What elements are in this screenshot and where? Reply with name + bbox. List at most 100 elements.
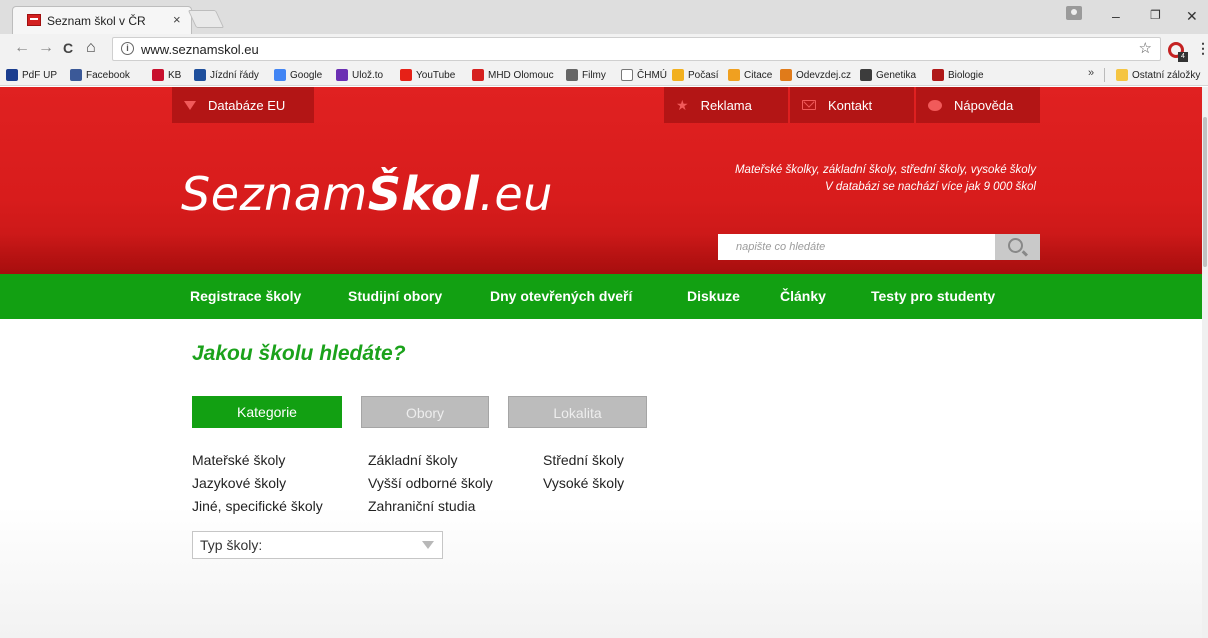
home-icon[interactable]: ⌂ bbox=[86, 39, 96, 57]
site-logo[interactable]: SeznamŠkol.eu bbox=[181, 167, 553, 221]
logo-part: Seznam bbox=[181, 167, 368, 221]
tab-label: Databáze EU bbox=[208, 97, 286, 113]
tab-kontakt[interactable]: Kontakt bbox=[790, 87, 914, 123]
filter-tab-lokalita[interactable]: Lokalita bbox=[508, 396, 647, 428]
profile-icon[interactable] bbox=[1066, 6, 1082, 20]
search-input[interactable] bbox=[718, 234, 995, 260]
tab-close-icon[interactable]: × bbox=[173, 12, 181, 27]
minimize-icon[interactable]: – bbox=[1112, 8, 1120, 24]
tab-reklama[interactable]: ★ Reklama bbox=[664, 87, 788, 123]
nav-diskuze[interactable]: Diskuze bbox=[687, 274, 740, 319]
select-value: Typ školy: bbox=[200, 537, 263, 553]
category-link[interactable]: Vysoké školy bbox=[543, 475, 624, 491]
web-page: Databáze EU ★ Reklama Kontakt Nápověda S… bbox=[0, 87, 1208, 638]
close-window-icon[interactable]: ✕ bbox=[1186, 8, 1198, 25]
category-link[interactable]: Základní školy bbox=[368, 452, 457, 468]
filter-tab-kategorie[interactable]: Kategorie bbox=[192, 396, 342, 428]
browser-tab[interactable]: Seznam škol v ČR × bbox=[12, 6, 192, 34]
bookmark-item[interactable]: Facebook bbox=[70, 68, 130, 82]
mail-icon bbox=[802, 100, 816, 110]
nav-clanky[interactable]: Články bbox=[780, 274, 826, 319]
site-favicon-icon bbox=[27, 14, 41, 26]
page-icon bbox=[621, 69, 633, 81]
scrollbar-thumb[interactable] bbox=[1203, 117, 1207, 267]
bookmark-label: Citace bbox=[744, 69, 773, 81]
mhd-icon bbox=[472, 69, 484, 81]
facebook-icon bbox=[70, 69, 82, 81]
tab-label: Kontakt bbox=[828, 97, 873, 113]
category-link[interactable]: Jiné, specifické školy bbox=[192, 498, 323, 514]
odevzdej-icon bbox=[780, 69, 792, 81]
bookmark-item[interactable]: MHD Olomouc bbox=[472, 68, 554, 82]
youtube-icon bbox=[400, 69, 412, 81]
address-bar[interactable]: i www.seznamskol.eu ☆ bbox=[112, 37, 1161, 61]
site-tagline: Mateřské školky, základní školy, střední… bbox=[735, 162, 1036, 196]
bookmark-item[interactable]: KB bbox=[152, 68, 181, 82]
bookmark-label: KB bbox=[168, 69, 182, 81]
bookmark-item[interactable]: Google bbox=[274, 68, 322, 82]
category-link[interactable]: Mateřské školy bbox=[192, 452, 285, 468]
kb-icon bbox=[152, 69, 164, 81]
bookmark-label: Filmy bbox=[582, 69, 606, 81]
bookmark-item[interactable]: Ulož.to bbox=[336, 68, 383, 82]
bookmark-item[interactable]: Filmy bbox=[566, 68, 606, 82]
reload-icon[interactable]: C bbox=[63, 40, 73, 56]
search-button[interactable] bbox=[995, 234, 1040, 260]
bookmark-item[interactable]: Citace bbox=[728, 68, 772, 82]
bookmark-item[interactable]: PdF UP bbox=[6, 68, 57, 82]
tagline-line: V databázi se nachází více jak 9 000 ško… bbox=[825, 181, 1036, 193]
url-text[interactable]: www.seznamskol.eu bbox=[141, 42, 259, 57]
restore-icon[interactable]: ❐ bbox=[1150, 8, 1161, 22]
category-link[interactable]: Střední školy bbox=[543, 452, 624, 468]
more-bookmarks-icon[interactable]: » bbox=[1088, 67, 1094, 79]
weather-icon bbox=[672, 69, 684, 81]
browser-tabstrip: Seznam škol v ČR × – ❐ ✕ bbox=[0, 0, 1208, 34]
bookmark-item[interactable]: Odevzdej.cz bbox=[780, 68, 851, 82]
bookmark-label: Genetika bbox=[876, 69, 917, 81]
page-scrollbar[interactable] bbox=[1202, 87, 1208, 638]
bookmark-label: Biologie bbox=[948, 69, 984, 81]
bookmark-label: YouTube bbox=[416, 69, 456, 81]
film-icon bbox=[566, 69, 578, 81]
tab-databaze-eu[interactable]: Databáze EU bbox=[172, 87, 314, 123]
bookmarks-bar: PdF UP Facebook KB Jízdní řády Google Ulož.to… bbox=[0, 64, 1208, 86]
category-link[interactable]: Zahraniční studia bbox=[368, 498, 475, 514]
timetable-icon bbox=[194, 69, 206, 81]
citation-icon bbox=[728, 69, 740, 81]
bookmark-label: PdF UP bbox=[22, 69, 58, 81]
bookmark-item[interactable]: YouTube bbox=[400, 68, 455, 82]
bookmark-label: Ulož.to bbox=[352, 69, 384, 81]
ulozto-icon bbox=[336, 69, 348, 81]
category-link[interactable]: Jazykové školy bbox=[192, 475, 286, 491]
search-icon bbox=[1008, 238, 1023, 253]
browser-menu-icon[interactable]: ⋮ bbox=[1196, 40, 1208, 57]
tab-title: Seznam škol v ČR bbox=[47, 14, 146, 28]
bookmark-label: Ostatní záložky bbox=[1132, 69, 1201, 81]
back-icon[interactable]: ← bbox=[14, 39, 30, 57]
school-type-select[interactable]: Typ školy: bbox=[192, 531, 443, 559]
bookmark-other[interactable]: Ostatní záložky bbox=[1116, 68, 1200, 82]
nav-testy-pro-studenty[interactable]: Testy pro studenty bbox=[871, 274, 995, 319]
bookmark-label: Google bbox=[290, 69, 323, 81]
bookmark-item[interactable]: Biologie bbox=[932, 68, 984, 82]
nav-studijni-obory[interactable]: Studijní obory bbox=[348, 274, 442, 319]
filter-tab-obory[interactable]: Obory bbox=[361, 396, 489, 428]
forward-icon[interactable]: → bbox=[38, 39, 54, 57]
site-info-icon[interactable]: i bbox=[121, 42, 134, 55]
bookmark-item[interactable]: ČHMÚ bbox=[621, 68, 667, 82]
category-link[interactable]: Vyšší odborné školy bbox=[368, 475, 493, 491]
new-tab-button[interactable] bbox=[187, 10, 225, 28]
browser-toolbar: ← → C ⌂ i www.seznamskol.eu ☆ 4 ⋮ bbox=[0, 34, 1208, 64]
tab-napoveda[interactable]: Nápověda bbox=[916, 87, 1040, 123]
bookmark-label: Jízdní řády bbox=[210, 69, 259, 81]
bookmark-item[interactable]: Jízdní řády bbox=[194, 68, 259, 82]
folder-icon bbox=[1116, 69, 1128, 81]
speech-bubble-icon bbox=[928, 99, 942, 111]
nav-registrace-skoly[interactable]: Registrace školy bbox=[190, 274, 301, 319]
nav-dny-otevrenych-dveri[interactable]: Dny otevřených dveří bbox=[490, 274, 632, 319]
bookmark-label: MHD Olomouc bbox=[488, 69, 554, 81]
bookmark-star-icon[interactable]: ☆ bbox=[1139, 39, 1152, 57]
pdf-up-icon bbox=[6, 69, 18, 81]
bookmark-item[interactable]: Genetika bbox=[860, 68, 916, 82]
bookmark-item[interactable]: Počasí bbox=[672, 68, 719, 82]
